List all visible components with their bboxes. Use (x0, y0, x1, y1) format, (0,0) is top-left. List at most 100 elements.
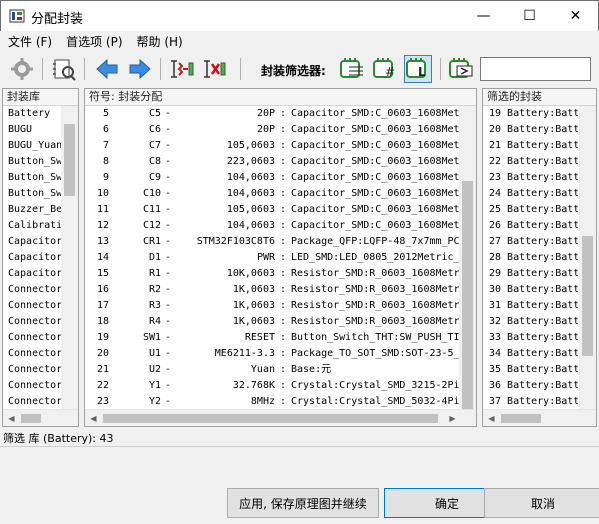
filter-pin-count-icon[interactable]: # (371, 55, 399, 83)
assignment-num: 6 (102, 124, 109, 135)
filtered-footprint-item[interactable]: 32 Battery:Batt (483, 314, 578, 330)
view-footprint-icon[interactable] (50, 55, 78, 83)
apply-save-continue-button[interactable]: 应用, 保存原理图并继续 (227, 488, 379, 518)
filtered-footprint-item[interactable]: 35 Battery:Batt (483, 362, 578, 378)
close-button[interactable]: ✕ (553, 1, 598, 31)
menu-bar: 文件 (F) 首选项 (P) 帮助 (H) (0, 31, 599, 51)
arrow-left-icon[interactable] (93, 55, 121, 83)
library-item[interactable]: Capacitor (3, 250, 61, 266)
filtered-footprint-item[interactable]: 28 Battery:Batt (483, 250, 578, 266)
assignment-row[interactable]: 21 U2- Yuan: Base:元 (85, 362, 476, 378)
library-item[interactable]: Connector (3, 298, 61, 314)
filtered-footprint-item[interactable]: 21 Battery:Batt (483, 138, 578, 154)
library-item[interactable]: Calibrati (3, 218, 61, 234)
filtered-footprint-item[interactable]: 29 Battery:Batt (483, 266, 578, 282)
library-item[interactable]: Buzzer_Be (3, 202, 61, 218)
assignment-dash: - (164, 348, 172, 359)
assignment-fp: Resistor_SMD:R_0603_1608Metr (291, 300, 460, 311)
assignment-row[interactable]: 12 C12- 104,0603: Capacitor_SMD:C_0603_1608… (85, 218, 476, 234)
library-item[interactable]: BUGU_Yuan (3, 138, 61, 154)
library-item[interactable]: Connector (3, 330, 61, 346)
assignment-ref: R4 (148, 316, 161, 327)
library-item[interactable]: Button_Sw (3, 154, 61, 170)
filtered-footprint-item[interactable]: 36 Battery:Batt (483, 378, 578, 394)
library-item[interactable]: Connector (3, 378, 61, 394)
filtered-footprint-item[interactable]: 25 Battery:Batt (483, 202, 578, 218)
assignment-row[interactable]: 17 R3- 1K,0603: Resistor_SMD:R_0603_1608Met… (85, 298, 476, 314)
menu-preferences[interactable]: 首选项 (P) (60, 31, 128, 51)
assignment-hscrollbar[interactable]: ◀ ▶ (85, 409, 476, 426)
library-item[interactable]: Button_Sw (3, 186, 61, 202)
filtered-footprint-item[interactable]: 33 Battery:Batt (483, 330, 578, 346)
assignment-row[interactable]: 20 U1- ME6211-3.3: Package_TO_SOT_SMD:SOT-2… (85, 346, 476, 362)
title-bar: 分配封装 — ☐ ✕ (0, 0, 599, 31)
assignment-row[interactable]: 10 C10- 104,0603: Capacitor_SMD:C_0603_1608… (85, 186, 476, 202)
assignment-row[interactable]: 16 R2- 1K,0603: Resistor_SMD:R_0603_1608Met… (85, 282, 476, 298)
library-list-scrollbar[interactable] (61, 106, 78, 411)
assignment-row[interactable]: 23 Y2- 8MHz: Crystal:Crystal_SMD_5032-4Pi (85, 394, 476, 410)
filtered-footprint-item[interactable]: 19 Battery:Batt (483, 106, 578, 122)
assignment-row[interactable]: 9 C9- 104,0603: Capacitor_SMD:C_0603_1608Me… (85, 170, 476, 186)
assignment-num: 12 (96, 220, 109, 231)
assignment-row[interactable]: 6 C6- 20P: Capacitor_SMD:C_0603_1608Met (85, 122, 476, 138)
cancel-button[interactable]: 取消 (484, 488, 599, 518)
filtered-footprint-item[interactable]: 34 Battery:Batt (483, 346, 578, 362)
menu-file[interactable]: 文件 (F) (2, 31, 58, 51)
library-item[interactable]: Connector (3, 282, 61, 298)
library-item[interactable]: Connector (3, 394, 61, 410)
library-item[interactable]: Capacitor (3, 234, 61, 250)
filtered-footprint-item[interactable]: 26 Battery:Batt (483, 218, 578, 234)
filtered-footprints-hscrollbar[interactable]: ◀ (483, 409, 596, 426)
assignment-row[interactable]: 19 SW1- RESET: Button_Switch_THT:SW_PUSH_TI (85, 330, 476, 346)
arrow-right-icon[interactable] (126, 55, 154, 83)
library-item[interactable]: BUGU (3, 122, 61, 138)
library-item[interactable]: Connector (3, 362, 61, 378)
assignment-sep: : (279, 316, 287, 327)
menu-help[interactable]: 帮助 (H) (131, 31, 189, 51)
auto-assign-icon[interactable] (168, 55, 196, 83)
assignment-row[interactable]: 15 R1- 10K,0603: Resistor_SMD:R_0603_1608Me… (85, 266, 476, 282)
assignment-scrollbar[interactable] (459, 106, 476, 411)
filter-library-icon[interactable]: L (404, 55, 432, 83)
assignment-row[interactable]: 22 Y1- 32.768K: Crystal:Crystal_SMD_3215-2P… (85, 378, 476, 394)
assignment-sep: : (279, 332, 287, 343)
library-item[interactable]: Connector (3, 346, 61, 362)
assignment-num: 13 (96, 236, 109, 247)
library-list-header: 封装库 (3, 89, 78, 106)
library-item[interactable]: Button_Sw (3, 170, 61, 186)
settings-gear-icon[interactable] (8, 55, 36, 83)
filtered-footprints-scrollbar[interactable] (579, 106, 596, 411)
assignment-row[interactable]: 14 D1- PWR: LED_SMD:LED_0805_2012Metric_ (85, 250, 476, 266)
assignment-row[interactable]: 11 C11- 105,0603: Capacitor_SMD:C_0603_1608… (85, 202, 476, 218)
filtered-footprint-item[interactable]: 30 Battery:Batt (483, 282, 578, 298)
filtered-footprint-item[interactable]: 22 Battery:Batt (483, 154, 578, 170)
minimize-button[interactable]: — (461, 1, 506, 31)
maximize-button[interactable]: ☐ (507, 1, 552, 31)
filtered-footprint-item[interactable]: 37 Battery:Batt (483, 394, 578, 410)
library-item[interactable]: Battery (3, 106, 61, 122)
filtered-footprint-item[interactable]: 27 Battery:Batt (483, 234, 578, 250)
footprint-filter-input[interactable] (480, 57, 591, 81)
assignment-num: 21 (96, 364, 109, 375)
assignment-value: 105,0603 (226, 204, 275, 215)
filter-keywords-icon[interactable] (338, 55, 366, 83)
assignment-row[interactable]: 7 C7- 105,0603: Capacitor_SMD:C_0603_1608Me… (85, 138, 476, 154)
assignment-row[interactable]: 5 C5- 20P: Capacitor_SMD:C_0603_1608Met (85, 106, 476, 122)
assignment-list: 5 C5-20P: Capacitor_SMD:C_0603_1608Met 6 C6-… (85, 106, 476, 410)
delete-assignments-icon[interactable] (201, 55, 229, 83)
library-list-hscrollbar[interactable]: ◀ (3, 409, 78, 426)
library-item[interactable]: Connector (3, 314, 61, 330)
assignment-row[interactable]: 18 R4- 1K,0603: Resistor_SMD:R_0603_1608Met… (85, 314, 476, 330)
assignment-row[interactable]: 13 CR1- STM32F103C8T6: Package_QFP:LQFP-48_… (85, 234, 476, 250)
assignment-value: 10K,0603 (226, 268, 275, 279)
filtered-footprint-item[interactable]: 23 Battery:Batt (483, 170, 578, 186)
filtered-footprint-item[interactable]: 24 Battery:Batt (483, 186, 578, 202)
assignment-value: RESET (244, 332, 275, 343)
filtered-footprint-item[interactable]: 20 Battery:Batt (483, 122, 578, 138)
library-item[interactable]: Capacitor (3, 266, 61, 282)
assignment-row[interactable]: 8 C8- 223,0603: Capacitor_SMD:C_0603_1608Me… (85, 154, 476, 170)
assignment-num: 19 (96, 332, 109, 343)
assignment-fp: Capacitor_SMD:C_0603_1608Met (291, 140, 460, 151)
filtered-footprint-item[interactable]: 31 Battery:Batt (483, 298, 578, 314)
filter-name-icon[interactable] (447, 55, 475, 83)
